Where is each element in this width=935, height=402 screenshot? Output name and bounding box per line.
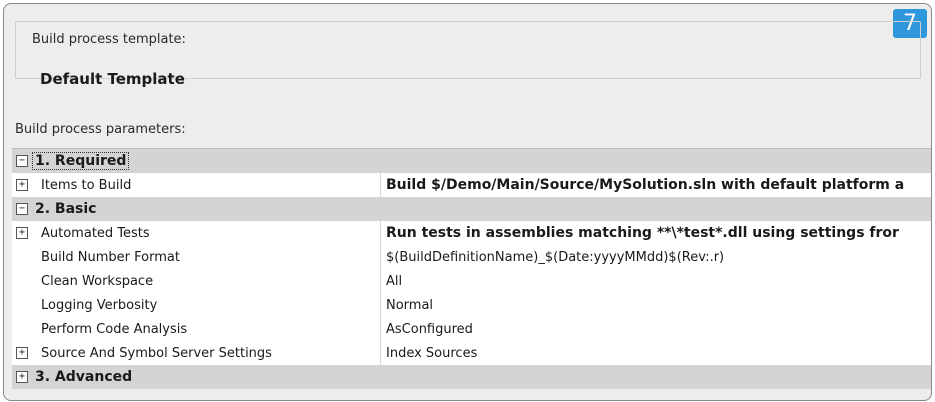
property-row-items-to-build[interactable]: + Items to Build Build $/Demo/Main/Sourc… <box>12 173 931 198</box>
property-row-clean-workspace[interactable]: Clean Workspace All <box>12 269 931 294</box>
property-value[interactable]: Index Sources <box>386 346 931 361</box>
category-label: 2. Basic <box>35 201 97 217</box>
property-row-perform-code-analysis[interactable]: Perform Code Analysis AsConfigured <box>12 317 931 342</box>
expand-icon[interactable]: + <box>16 371 28 383</box>
column-divider <box>380 317 381 341</box>
property-value[interactable]: All <box>386 274 931 289</box>
category-basic[interactable]: − 2. Basic <box>12 197 931 221</box>
property-row-logging-verbosity[interactable]: Logging Verbosity Normal <box>12 293 931 318</box>
property-name: Source And Symbol Server Settings <box>41 345 272 361</box>
expand-icon[interactable]: + <box>16 179 28 191</box>
expand-icon[interactable]: + <box>16 227 28 239</box>
column-divider <box>380 341 381 365</box>
property-name: Clean Workspace <box>41 273 154 289</box>
column-divider <box>380 293 381 317</box>
column-divider <box>380 269 381 293</box>
property-name: Automated Tests <box>41 225 150 241</box>
expand-icon[interactable]: + <box>16 347 28 359</box>
category-label: 1. Required <box>32 152 130 170</box>
property-row-automated-tests[interactable]: + Automated Tests Run tests in assemblie… <box>12 221 931 246</box>
template-name: Default Template <box>40 70 185 88</box>
column-divider <box>380 173 381 197</box>
property-name: Items to Build <box>41 177 132 193</box>
category-label: 3. Advanced <box>35 369 133 385</box>
collapse-icon[interactable]: − <box>16 203 28 215</box>
property-value[interactable]: Normal <box>386 298 931 313</box>
property-value[interactable]: Build $/Demo/Main/Source/MySolution.sln … <box>386 177 931 193</box>
property-name: Logging Verbosity <box>41 297 158 313</box>
column-divider <box>380 245 381 269</box>
column-divider <box>380 221 381 245</box>
build-process-parameters-label: Build process parameters: <box>15 122 186 137</box>
category-required[interactable]: − 1. Required <box>12 149 931 173</box>
property-name: Perform Code Analysis <box>41 321 188 337</box>
collapse-icon[interactable]: − <box>16 155 28 167</box>
template-group-legend: Build process template: <box>28 32 190 47</box>
build-definition-panel: 7 Build process template: Default Templa… <box>3 3 932 401</box>
build-process-template-group: Build process template: Default Template <box>15 21 921 88</box>
property-row-build-number-format[interactable]: Build Number Format $(BuildDefinitionNam… <box>12 245 931 270</box>
property-name: Build Number Format <box>41 249 180 265</box>
property-value[interactable]: $(BuildDefinitionName)_$(Date:yyyyMMdd)$… <box>386 250 931 265</box>
property-value[interactable]: AsConfigured <box>386 322 931 337</box>
parameters-property-grid: − 1. Required + Items to Build Build $/D… <box>12 148 931 399</box>
property-row-source-symbol-server[interactable]: + Source And Symbol Server Settings Inde… <box>12 341 931 366</box>
category-advanced[interactable]: + 3. Advanced <box>12 365 931 389</box>
property-value[interactable]: Run tests in assemblies matching **\*tes… <box>386 225 931 241</box>
